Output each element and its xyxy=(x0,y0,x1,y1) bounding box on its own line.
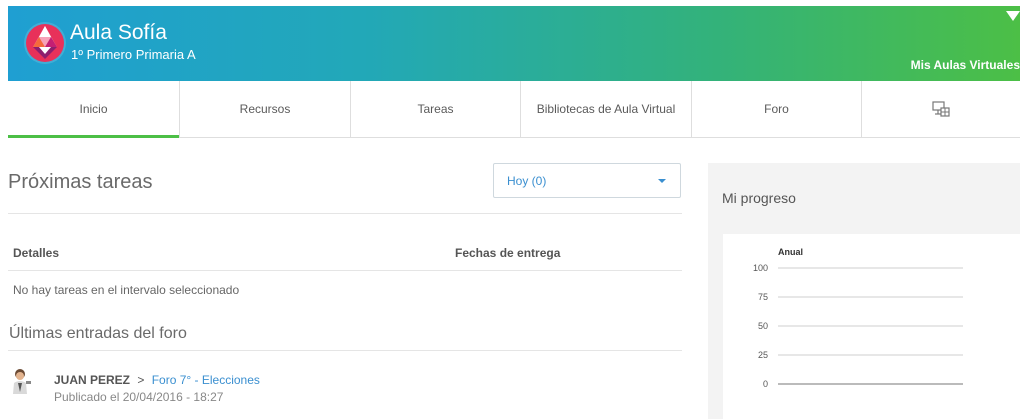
tab-screen[interactable] xyxy=(862,81,1020,137)
divider xyxy=(8,270,682,271)
col-header-details: Detalles xyxy=(13,246,60,260)
tab-inicio[interactable]: Inicio xyxy=(8,81,180,138)
classroom-subtitle: 1º Primero Primaria A xyxy=(71,47,196,62)
classroom-title: Aula Sofía xyxy=(70,21,167,44)
empty-tasks-message: No hay tareas en el intervalo selecciona… xyxy=(13,283,240,297)
caret-down-icon xyxy=(658,179,666,183)
aula-logo-icon[interactable] xyxy=(23,21,67,65)
tab-label: Recursos xyxy=(239,102,291,116)
post-date: Publicado el 20/04/2016 - 18:27 xyxy=(54,390,224,404)
tab-tareas[interactable]: Tareas xyxy=(351,81,521,137)
menu-triangle-icon[interactable] xyxy=(1006,9,1020,23)
progress-chart-svg: Anual 100 75 50 25 0 xyxy=(753,247,963,389)
y-tick-label: 25 xyxy=(758,350,768,360)
tab-recursos[interactable]: Recursos xyxy=(180,81,351,137)
divider xyxy=(8,213,682,214)
y-tick-label: 100 xyxy=(753,263,768,273)
tab-foro[interactable]: Foro xyxy=(692,81,862,137)
progress-title: Mi progreso xyxy=(722,190,796,206)
tab-bibliotecas[interactable]: Bibliotecas de Aula Virtual xyxy=(521,81,692,137)
tab-label: Inicio xyxy=(79,102,108,116)
tab-label: Foro xyxy=(764,102,789,116)
forum-post-line: JUAN PEREZ > Foro 7° - Elecciones xyxy=(54,373,260,387)
main-nav: Inicio Recursos Tareas Bibliotecas de Au… xyxy=(8,81,1020,138)
app-header: Aula Sofía 1º Primero Primaria A Mis Aul… xyxy=(8,6,1020,81)
y-tick-label: 0 xyxy=(763,379,768,389)
post-separator: > xyxy=(137,373,145,387)
task-interval-select[interactable]: Hoy (0) xyxy=(493,163,681,198)
y-tick-label: 50 xyxy=(758,321,768,331)
forum-title: Últimas entradas del foro xyxy=(9,325,187,342)
select-value: Hoy (0) xyxy=(507,174,547,188)
screen-grid-icon xyxy=(932,101,950,117)
progress-chart: Anual 100 75 50 25 0 xyxy=(723,234,1020,419)
tasks-title: Próximas tareas xyxy=(8,171,153,193)
progress-panel: Mi progreso Anual 100 75 50 25 0 xyxy=(708,163,1020,419)
tab-label: Tareas xyxy=(417,102,454,116)
tab-label: Bibliotecas de Aula Virtual xyxy=(536,102,676,116)
divider xyxy=(8,350,682,351)
y-tick-label: 75 xyxy=(758,292,768,302)
col-header-due-date: Fechas de entrega xyxy=(455,246,561,260)
chart-title: Anual xyxy=(778,247,803,257)
user-avatar-icon[interactable] xyxy=(11,368,33,394)
my-classrooms-link[interactable]: Mis Aulas Virtuales xyxy=(911,58,1020,72)
post-author[interactable]: JUAN PEREZ xyxy=(54,373,130,387)
post-topic-link[interactable]: Foro 7° - Elecciones xyxy=(152,373,260,387)
